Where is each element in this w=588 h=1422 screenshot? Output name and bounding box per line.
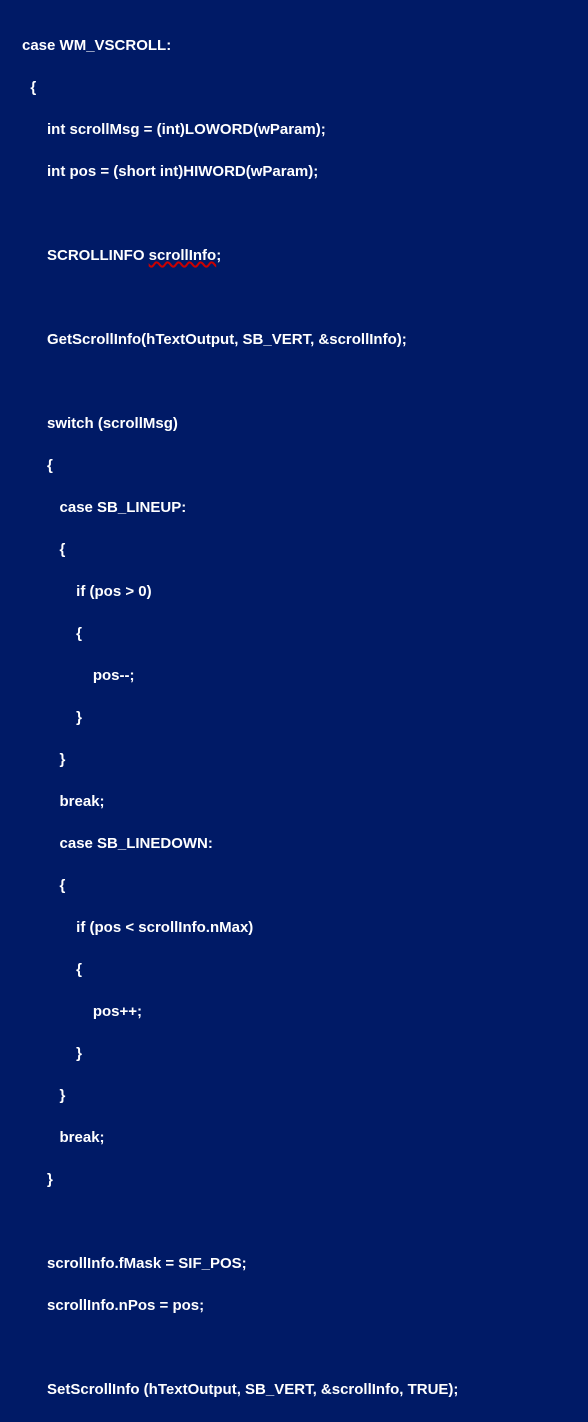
- code-line: int pos = (short int)HIWORD(wParam);: [22, 161, 588, 182]
- code-line: int scrollMsg = (int)LOWORD(wParam);: [22, 119, 588, 140]
- code-line: if (pos < scrollInfo.nMax): [22, 917, 588, 938]
- code-line: }: [22, 1169, 588, 1190]
- code-line: {: [22, 455, 588, 476]
- code-line: break;: [22, 791, 588, 812]
- code-line: {: [22, 77, 588, 98]
- code-line: [22, 1337, 588, 1358]
- code-line: [22, 371, 588, 392]
- code-line: {: [22, 623, 588, 644]
- code-line: [22, 1211, 588, 1232]
- code-line: case SB_LINEDOWN:: [22, 833, 588, 854]
- code-line: {: [22, 959, 588, 980]
- code-line: SCROLLINFO scrollInfo;: [22, 245, 588, 266]
- code-line: case WM_VSCROLL:: [22, 35, 588, 56]
- code-line: if (pos > 0): [22, 581, 588, 602]
- code-line: switch (scrollMsg): [22, 413, 588, 434]
- code-line: {: [22, 539, 588, 560]
- code-text: SCROLLINFO: [22, 247, 149, 264]
- code-line: }: [22, 1421, 588, 1422]
- code-line: }: [22, 707, 588, 728]
- code-line: pos--;: [22, 665, 588, 686]
- code-line: scrollInfo.fMask = SIF_POS;: [22, 1253, 588, 1274]
- code-line: {: [22, 875, 588, 896]
- code-line: GetScrollInfo(hTextOutput, SB_VERT, &scr…: [22, 329, 588, 350]
- code-line: break;: [22, 1127, 588, 1148]
- code-line: SetScrollInfo (hTextOutput, SB_VERT, &sc…: [22, 1379, 588, 1400]
- code-block: case WM_VSCROLL: { int scrollMsg = (int)…: [22, 14, 588, 1422]
- code-line: pos++;: [22, 1001, 588, 1022]
- code-line: [22, 203, 588, 224]
- code-line: [22, 287, 588, 308]
- code-line: scrollInfo.nPos = pos;: [22, 1295, 588, 1316]
- squiggly-underline: scrollInfo: [149, 247, 217, 264]
- code-line: case SB_LINEUP:: [22, 497, 588, 518]
- code-line: }: [22, 1085, 588, 1106]
- code-text: ;: [216, 247, 221, 264]
- code-line: }: [22, 749, 588, 770]
- code-line: }: [22, 1043, 588, 1064]
